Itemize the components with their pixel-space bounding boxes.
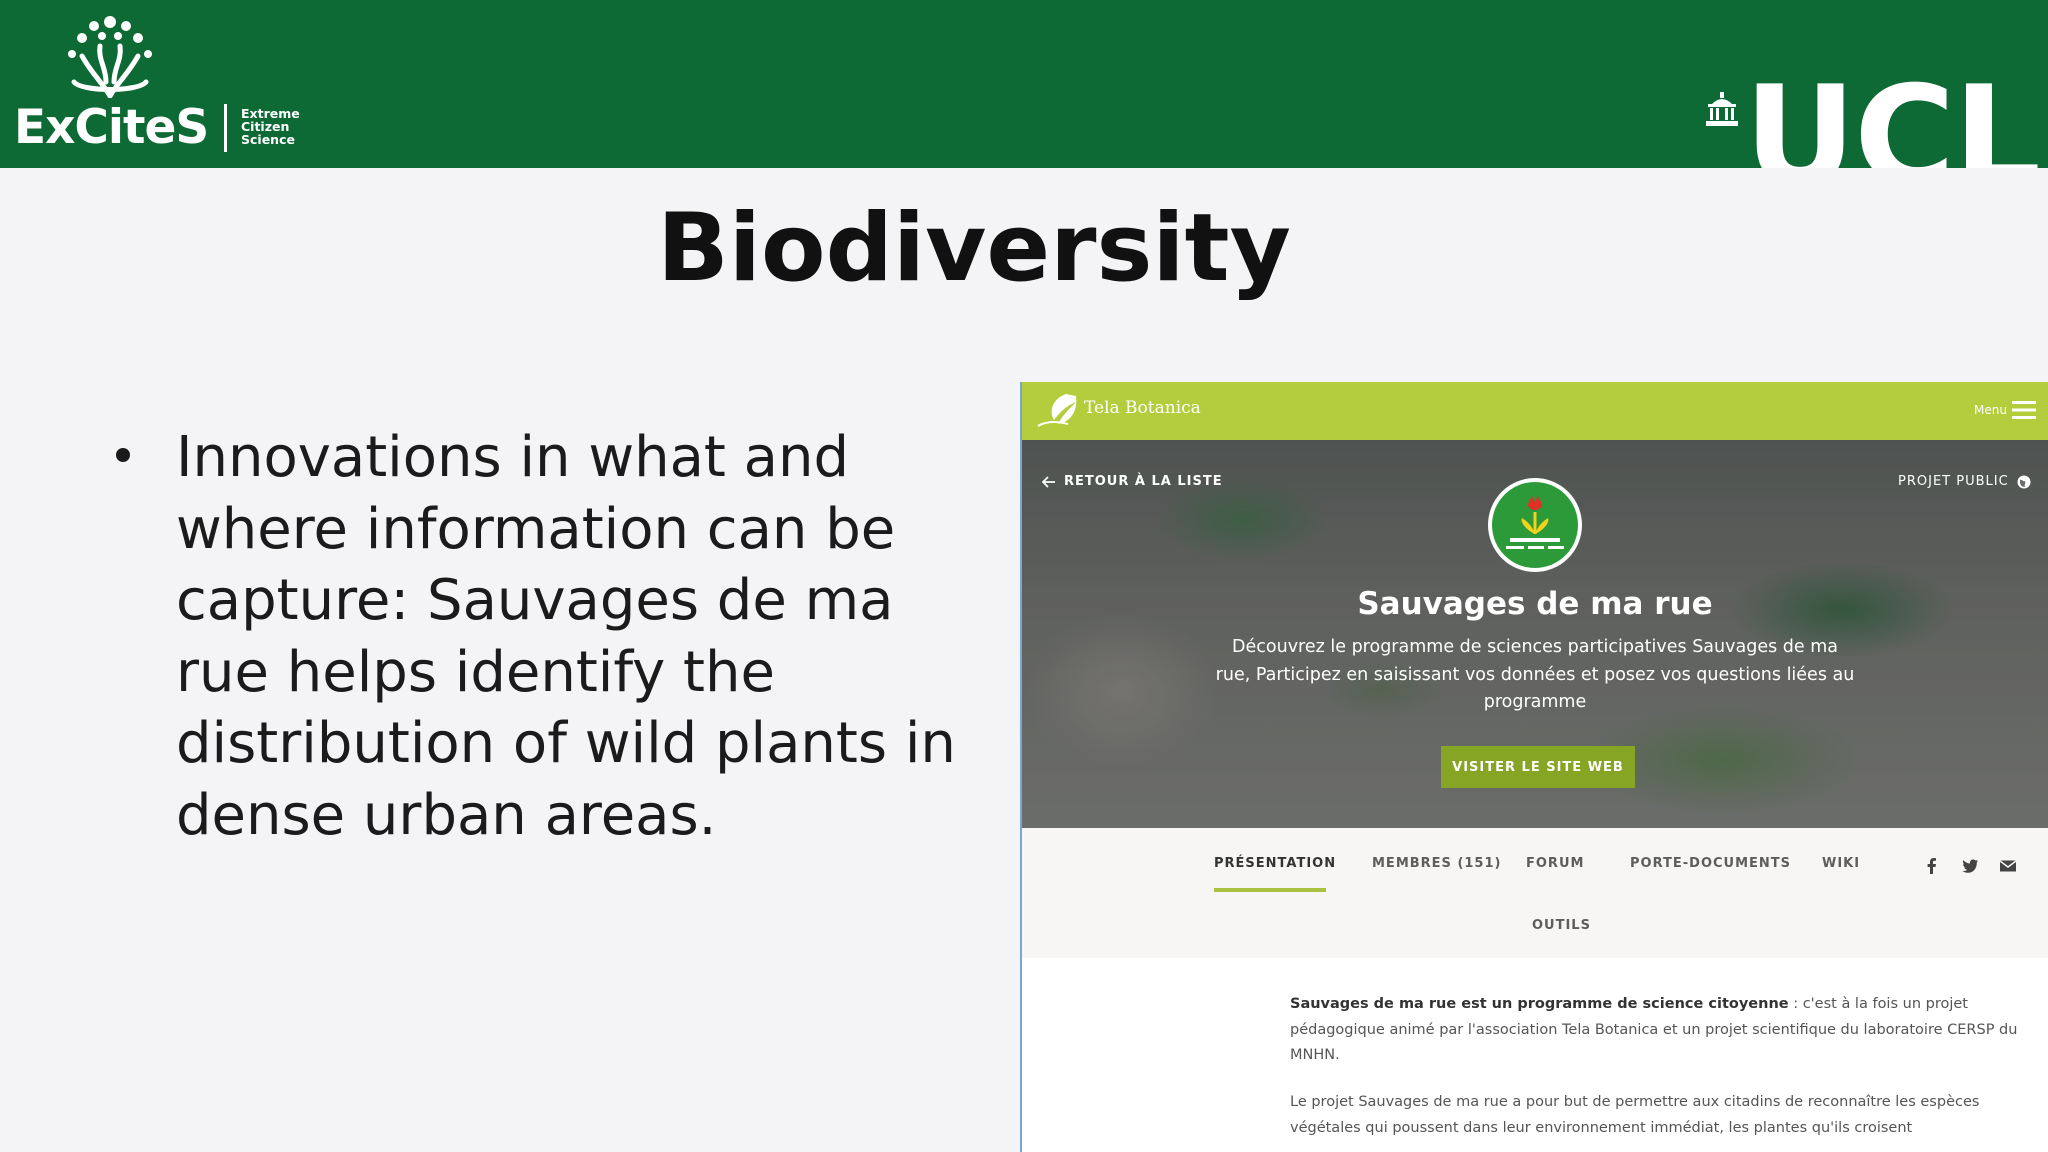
project-content: Sauvages de ma rue est un programme de s… bbox=[1022, 958, 2048, 1152]
tab-members[interactable]: MEMBRES (151) bbox=[1372, 856, 1501, 871]
back-to-list-link[interactable]: RETOUR À LA LISTE bbox=[1042, 474, 1223, 489]
globe-icon bbox=[2017, 475, 2031, 488]
back-link-label: RETOUR À LA LISTE bbox=[1064, 474, 1223, 489]
ucl-wordmark: UCL bbox=[1744, 62, 2040, 168]
hamburger-menu-icon[interactable] bbox=[2012, 398, 2036, 422]
arrow-left-icon bbox=[1042, 475, 1055, 488]
site-navbar: Tela Botanica Menu bbox=[1022, 382, 2048, 440]
menu-label[interactable]: Menu bbox=[1974, 403, 2007, 417]
bullet-text: Innovations in what and where informatio… bbox=[176, 425, 956, 848]
email-icon[interactable] bbox=[1998, 856, 2018, 876]
tela-botanica-leaf-logo-icon[interactable] bbox=[1036, 388, 1086, 430]
header-band: ExCiteS Extreme Citizen Science UCL bbox=[0, 0, 2048, 168]
project-tabs: PRÉSENTATION MEMBRES (151) FORUM PORTE-D… bbox=[1022, 828, 2048, 959]
ucl-portico-icon bbox=[1706, 92, 1738, 126]
visibility-label: PROJET PUBLIC bbox=[1898, 474, 2009, 489]
tab-tools[interactable]: OUTILS bbox=[1532, 918, 1591, 933]
active-tab-indicator bbox=[1214, 888, 1326, 892]
logo-divider bbox=[224, 104, 227, 152]
excites-wordmark: ExCiteS bbox=[14, 100, 209, 155]
project-description: Découvrez le programme de sciences parti… bbox=[1215, 637, 1855, 712]
tab-forum[interactable]: FORUM bbox=[1526, 856, 1584, 871]
tagline-line: Science bbox=[241, 132, 295, 147]
slide-title: Biodiversity bbox=[657, 194, 1291, 303]
project-visibility: PROJET PUBLIC bbox=[1898, 474, 2031, 489]
project-logo bbox=[1488, 478, 1582, 572]
goal-paragraph: Le projet Sauvages de ma rue a pour but … bbox=[1290, 1094, 1980, 1136]
intro-paragraph: Sauvages de ma rue est un programme de s… bbox=[1290, 992, 2040, 1069]
excites-tree-logo-icon bbox=[68, 16, 152, 98]
excites-tagline: Extreme Citizen Science bbox=[241, 107, 331, 146]
tab-wiki[interactable]: WIKI bbox=[1822, 856, 1860, 871]
site-name[interactable]: Tela Botanica bbox=[1084, 398, 1201, 418]
tab-presentation[interactable]: PRÉSENTATION bbox=[1214, 856, 1336, 871]
tab-documents[interactable]: PORTE-DOCUMENTS bbox=[1630, 856, 1791, 871]
project-title: Sauvages de ma rue bbox=[1357, 586, 1713, 622]
twitter-icon[interactable] bbox=[1960, 856, 1980, 876]
project-hero: RETOUR À LA LISTE PROJET PUBLIC Sauvages… bbox=[1022, 440, 2048, 828]
visit-website-button[interactable]: VISITER LE SITE WEB bbox=[1441, 746, 1635, 788]
plant-logo-icon bbox=[1506, 496, 1564, 549]
facebook-icon[interactable] bbox=[1922, 856, 1942, 876]
website-screenshot: Tela Botanica Menu RETOUR À LA LISTE PRO… bbox=[1022, 382, 2048, 1152]
bullet-point bbox=[116, 448, 130, 462]
intro-paragraph-bold: Sauvages de ma rue est un programme de s… bbox=[1290, 996, 1789, 1012]
